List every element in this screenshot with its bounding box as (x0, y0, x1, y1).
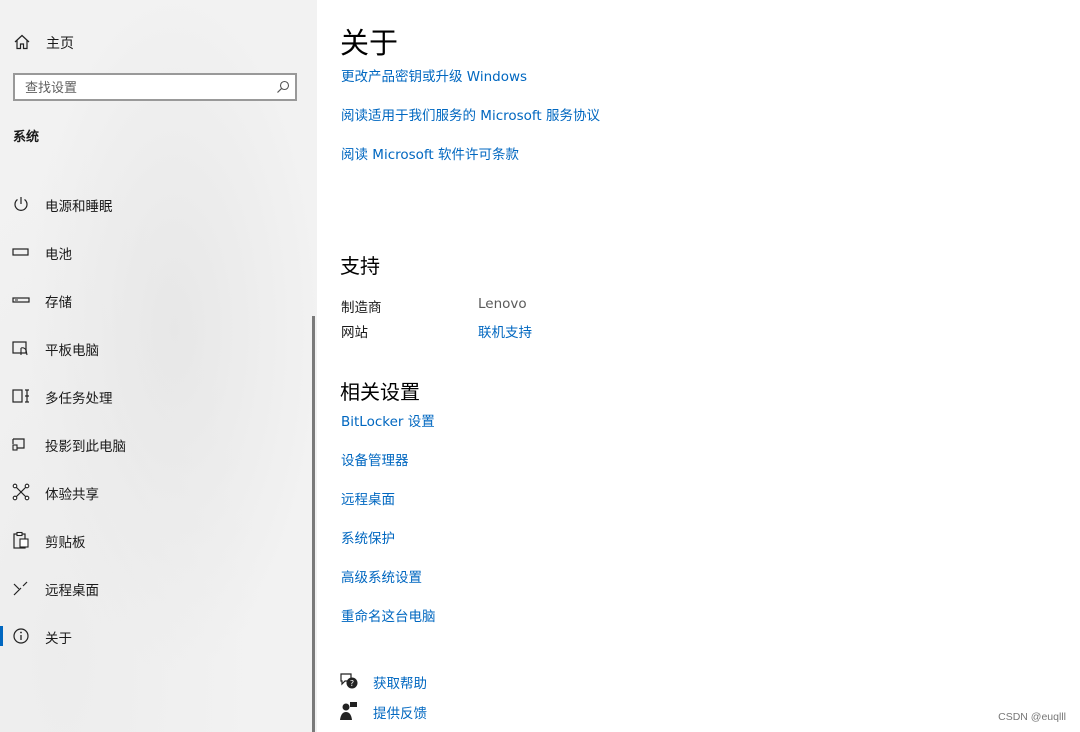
section-title: 系统 (13, 130, 40, 145)
search-icon[interactable] (276, 80, 290, 94)
feedback-icon (340, 702, 357, 720)
get-help-row[interactable]: ? 获取帮助 (339, 670, 539, 692)
svg-text:?: ? (350, 679, 354, 688)
help-chat-icon: ? (340, 673, 358, 689)
support-heading: 支持 (340, 254, 380, 278)
storage-icon (12, 297, 30, 303)
sidebar-item-label: 电源和睡眠 (45, 199, 113, 215)
sidebar-home[interactable]: 主页 (0, 29, 317, 55)
home-label: 主页 (46, 36, 74, 52)
advanced-system-settings-link[interactable]: 高级系统设置 (341, 566, 422, 586)
manufacturer-value: Lenovo (478, 296, 527, 312)
multitasking-icon (12, 389, 29, 403)
sidebar-item-label: 剪贴板 (45, 535, 86, 551)
sidebar: 主页 系统 电源和睡眠 电池 存储 平板电脑 (0, 0, 317, 732)
watermark: CSDN @euqlll (998, 711, 1066, 723)
home-icon (14, 34, 30, 50)
tablet-icon (12, 341, 28, 356)
sidebar-item-label: 关于 (45, 631, 72, 647)
change-product-key-link[interactable]: 更改产品密钥或升级 Windows (341, 65, 527, 85)
sidebar-item-shared-experiences[interactable]: 体验共享 (0, 472, 317, 512)
sidebar-item-label: 投影到此电脑 (45, 439, 126, 455)
rename-pc-link[interactable]: 重命名这台电脑 (341, 605, 436, 625)
sidebar-item-project-to-pc[interactable]: 投影到此电脑 (0, 424, 317, 464)
sidebar-item-remote-desktop[interactable]: 远程桌面 (0, 568, 317, 608)
shared-experiences-icon (12, 483, 30, 501)
sidebar-item-label: 平板电脑 (45, 343, 99, 359)
sidebar-item-label: 远程桌面 (45, 583, 99, 599)
manufacturer-label: 制造商 (341, 300, 382, 316)
remote-desktop-link[interactable]: 远程桌面 (341, 488, 395, 508)
bitlocker-settings-link[interactable]: BitLocker 设置 (341, 410, 435, 430)
website-label: 网站 (341, 325, 368, 341)
info-icon (13, 628, 29, 644)
projecting-icon (12, 438, 25, 451)
software-license-terms-link[interactable]: 阅读 Microsoft 软件许可条款 (341, 143, 519, 163)
main-content: 关于 更改产品密钥或升级 Windows 阅读适用于我们服务的 Microsof… (317, 0, 1080, 732)
battery-icon (12, 248, 29, 256)
sidebar-item-label: 电池 (45, 247, 72, 263)
sidebar-item-label: 多任务处理 (45, 391, 113, 407)
sidebar-item-clipboard[interactable]: 剪贴板 (0, 520, 317, 560)
sidebar-item-tablet[interactable]: 平板电脑 (0, 328, 317, 368)
sidebar-item-storage[interactable]: 存储 (0, 280, 317, 320)
sidebar-item-label: 存储 (45, 295, 72, 311)
microsoft-services-agreement-link[interactable]: 阅读适用于我们服务的 Microsoft 服务协议 (341, 104, 600, 124)
sidebar-item-battery[interactable]: 电池 (0, 232, 317, 272)
related-settings-heading: 相关设置 (340, 380, 420, 404)
system-protection-link[interactable]: 系统保护 (341, 527, 395, 547)
page-title: 关于 (340, 26, 399, 60)
give-feedback-link[interactable]: 提供反馈 (373, 702, 427, 722)
device-manager-link[interactable]: 设备管理器 (341, 449, 409, 469)
give-feedback-row[interactable]: 提供反馈 (339, 700, 539, 722)
clipboard-icon (13, 531, 29, 549)
remote-desktop-icon (13, 581, 28, 596)
selection-indicator (0, 626, 3, 646)
online-support-link[interactable]: 联机支持 (478, 321, 532, 341)
get-help-link[interactable]: 获取帮助 (373, 672, 427, 692)
sidebar-item-multitasking[interactable]: 多任务处理 (0, 376, 317, 416)
sidebar-item-label: 体验共享 (45, 487, 99, 503)
sidebar-item-power-sleep[interactable]: 电源和睡眠 (0, 184, 317, 224)
sidebar-scrollbar[interactable] (312, 316, 315, 732)
search-input[interactable] (23, 78, 267, 98)
search-box[interactable] (13, 73, 297, 101)
sidebar-item-about[interactable]: 关于 (0, 616, 317, 656)
power-icon (14, 197, 28, 211)
